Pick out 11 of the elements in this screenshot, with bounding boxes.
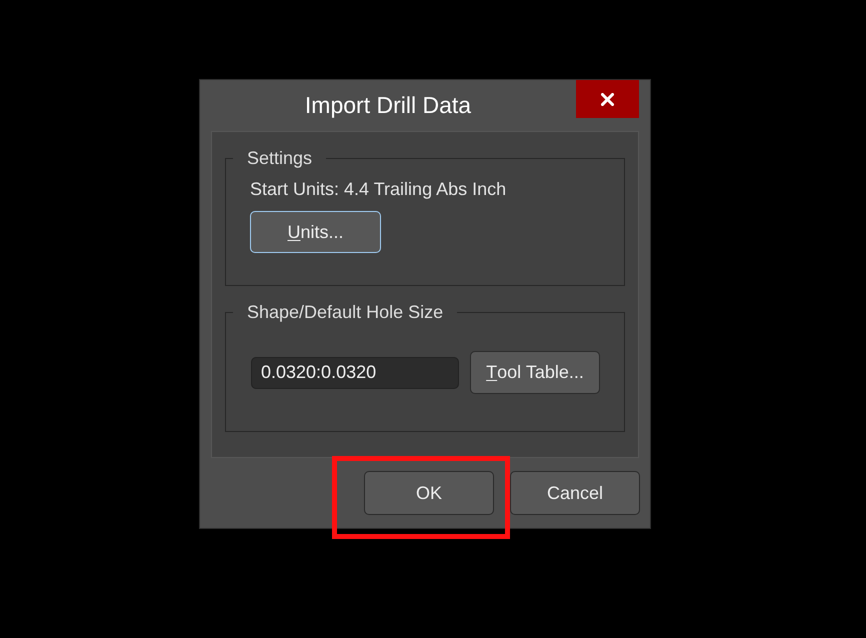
group-title: Shape/Default Hole Size [246,301,444,323]
close-button[interactable] [576,80,639,118]
group-title: Settings [246,147,314,169]
window-title: Import Drill Data [304,91,472,120]
hole-size-field[interactable]: 0.0320:0.0320 [251,356,459,388]
tool-table-button[interactable]: Tool Table... [470,351,600,394]
units-button[interactable]: Units... [250,211,381,253]
start-units-label: Start Units: 4.4 Trailing Abs Inch [250,178,506,200]
close-icon [601,92,614,106]
cancel-button[interactable]: Cancel [510,471,640,515]
ok-button[interactable]: OK [364,471,494,515]
